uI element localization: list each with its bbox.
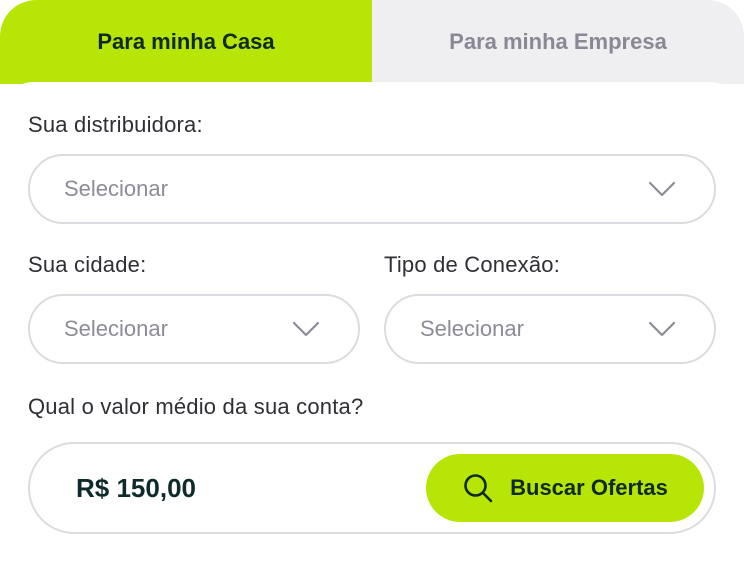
search-offers-button[interactable]: Buscar Ofertas [426, 454, 704, 522]
bill-value-row: R$ 150,00 Buscar Ofertas [28, 442, 716, 534]
form-body: Sua distribuidora: Selecionar Sua cidade… [0, 82, 744, 562]
city-label: Sua cidade: [28, 252, 147, 277]
tab-home[interactable]: Para minha Casa [0, 0, 372, 84]
tab-business[interactable]: Para minha Empresa [372, 0, 744, 84]
chevron-down-icon [648, 181, 676, 197]
energy-offer-form-card: Para minha Casa Para minha Empresa Sua d… [0, 0, 744, 562]
bill-value-label: Qual o valor médio da sua conta? [28, 394, 364, 419]
distributor-placeholder: Selecionar [64, 176, 168, 201]
distributor-label: Sua distribuidora: [28, 112, 203, 137]
connection-type-select[interactable]: Selecionar [384, 294, 716, 364]
chevron-down-icon [648, 321, 676, 337]
distributor-select[interactable]: Selecionar [28, 154, 716, 224]
connection-type-label: Tipo de Conexão: [384, 252, 561, 277]
connection-type-placeholder: Selecionar [420, 316, 524, 341]
search-icon [464, 474, 493, 503]
city-placeholder: Selecionar [64, 316, 168, 341]
city-select[interactable]: Selecionar [28, 294, 360, 364]
tab-home-label: Para minha Casa [97, 29, 275, 54]
bill-value-input[interactable]: R$ 150,00 [76, 444, 196, 532]
chevron-down-icon [292, 321, 320, 337]
tab-business-label: Para minha Empresa [449, 29, 667, 54]
customer-type-tabs: Para minha Casa Para minha Empresa [0, 0, 744, 90]
search-offers-label: Buscar Ofertas [510, 475, 668, 500]
